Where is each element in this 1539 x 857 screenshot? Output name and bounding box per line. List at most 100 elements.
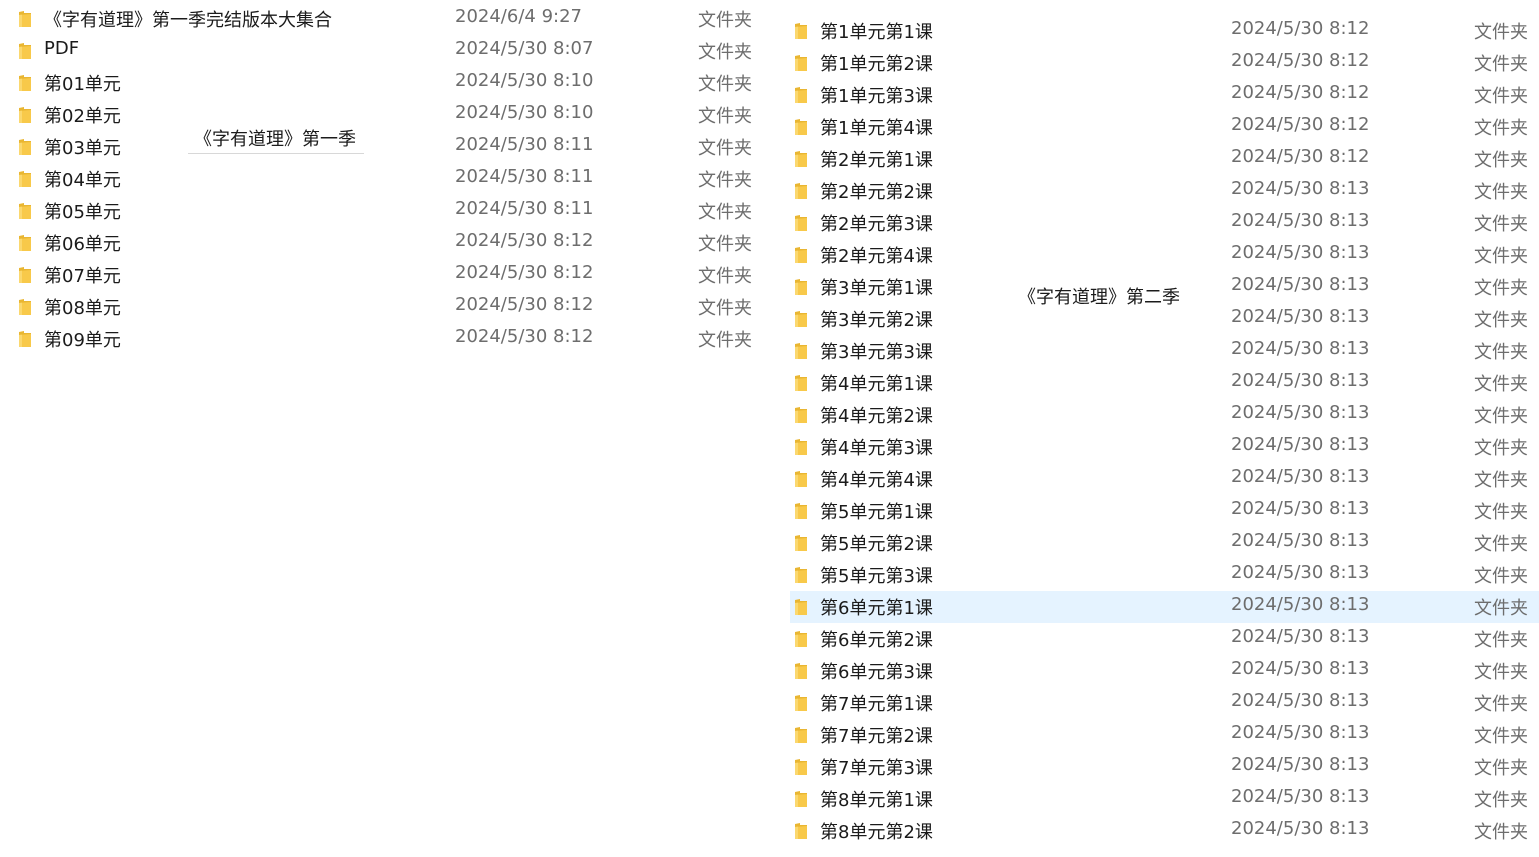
folder-icon bbox=[19, 267, 31, 283]
file-type: 文件夹 bbox=[1474, 342, 1528, 363]
modified-date: 2024/5/30 8:12 bbox=[1231, 146, 1370, 167]
list-item[interactable]: 第06单元 2024/5/30 8:12 文件夹 bbox=[0, 227, 770, 259]
file-name: 第2单元第4课 bbox=[820, 246, 933, 267]
file-type: 文件夹 bbox=[698, 330, 752, 351]
list-item[interactable]: 第01单元 2024/5/30 8:10 文件夹 bbox=[0, 67, 770, 99]
list-item[interactable]: PDF 2024/5/30 8:07 文件夹 bbox=[0, 35, 770, 67]
folder-icon bbox=[795, 759, 807, 775]
list-item[interactable]: 第4单元第4课 2024/5/30 8:13 文件夹 bbox=[790, 463, 1539, 495]
list-item[interactable]: 第6单元第3课 2024/5/30 8:13 文件夹 bbox=[790, 655, 1539, 687]
list-item[interactable]: 第1单元第2课 2024/5/30 8:12 文件夹 bbox=[790, 47, 1539, 79]
list-item[interactable]: 第7单元第3课 2024/5/30 8:13 文件夹 bbox=[790, 751, 1539, 783]
list-item[interactable]: 第3单元第3课 2024/5/30 8:13 文件夹 bbox=[790, 335, 1539, 367]
file-name: 第4单元第3课 bbox=[820, 438, 933, 459]
list-item[interactable]: 第5单元第1课 2024/5/30 8:13 文件夹 bbox=[790, 495, 1539, 527]
list-item[interactable]: 第08单元 2024/5/30 8:12 文件夹 bbox=[0, 291, 770, 323]
list-item[interactable]: 第02单元 2024/5/30 8:10 文件夹 bbox=[0, 99, 770, 131]
file-type: 文件夹 bbox=[1474, 790, 1528, 811]
list-item[interactable]: 第8单元第1课 2024/5/30 8:13 文件夹 bbox=[790, 783, 1539, 815]
season2-caption: 《字有道理》第二季 bbox=[1012, 283, 1188, 311]
file-type: 文件夹 bbox=[698, 10, 752, 31]
modified-date: 2024/5/30 8:13 bbox=[1231, 530, 1370, 551]
list-item[interactable]: 第4单元第1课 2024/5/30 8:13 文件夹 bbox=[790, 367, 1539, 399]
list-item[interactable]: 第6单元第2课 2024/5/30 8:13 文件夹 bbox=[790, 623, 1539, 655]
list-item[interactable]: 第1单元第1课 2024/5/30 8:12 文件夹 bbox=[790, 15, 1539, 47]
list-item[interactable]: 第5单元第2课 2024/5/30 8:13 文件夹 bbox=[790, 527, 1539, 559]
modified-date: 2024/5/30 8:13 bbox=[1231, 722, 1370, 743]
season1-file-list: 《字有道理》第一季完结版本大集合 2024/6/4 9:27 文件夹 PDF 2… bbox=[0, 3, 770, 355]
folder-icon bbox=[19, 107, 31, 123]
file-type: 文件夹 bbox=[1474, 566, 1528, 587]
folder-icon bbox=[795, 503, 807, 519]
file-name: 第6单元第1课 bbox=[820, 598, 933, 619]
modified-date: 2024/5/30 8:13 bbox=[1231, 402, 1370, 423]
folder-icon bbox=[795, 183, 807, 199]
list-item[interactable]: 第03单元 2024/5/30 8:11 文件夹 bbox=[0, 131, 770, 163]
folder-icon bbox=[795, 471, 807, 487]
folder-icon bbox=[795, 791, 807, 807]
modified-date: 2024/5/30 8:13 bbox=[1231, 370, 1370, 391]
file-name: 第1单元第3课 bbox=[820, 86, 933, 107]
file-type: 文件夹 bbox=[698, 74, 752, 95]
file-name: 第06单元 bbox=[44, 234, 121, 255]
folder-icon bbox=[795, 375, 807, 391]
modified-date: 2024/5/30 8:12 bbox=[1231, 82, 1370, 103]
file-type: 文件夹 bbox=[1474, 118, 1528, 139]
list-item[interactable]: 第7单元第2课 2024/5/30 8:13 文件夹 bbox=[790, 719, 1539, 751]
season2-file-list: 第1单元第1课 2024/5/30 8:12 文件夹 第1单元第2课 2024/… bbox=[790, 15, 1539, 847]
file-name: 第7单元第1课 bbox=[820, 694, 933, 715]
screenshot-canvas: 《字有道理》第一季完结版本大集合 2024/6/4 9:27 文件夹 PDF 2… bbox=[0, 0, 1539, 857]
modified-date: 2024/5/30 8:13 bbox=[1231, 562, 1370, 583]
modified-date: 2024/5/30 8:13 bbox=[1231, 498, 1370, 519]
file-name: 第04单元 bbox=[44, 170, 121, 191]
list-item[interactable]: 第4单元第3课 2024/5/30 8:13 文件夹 bbox=[790, 431, 1539, 463]
modified-date: 2024/5/30 8:13 bbox=[1231, 434, 1370, 455]
modified-date: 2024/5/30 8:12 bbox=[1231, 50, 1370, 71]
list-item[interactable]: 第2单元第4课 2024/5/30 8:13 文件夹 bbox=[790, 239, 1539, 271]
modified-date: 2024/5/30 8:12 bbox=[1231, 114, 1370, 135]
folder-icon bbox=[795, 407, 807, 423]
folder-icon bbox=[795, 151, 807, 167]
file-name: 第3单元第1课 bbox=[820, 278, 933, 299]
modified-date: 2024/5/30 8:13 bbox=[1231, 242, 1370, 263]
modified-date: 2024/5/30 8:11 bbox=[455, 166, 594, 187]
list-item[interactable]: 第1单元第4课 2024/5/30 8:12 文件夹 bbox=[790, 111, 1539, 143]
file-type: 文件夹 bbox=[1474, 22, 1528, 43]
file-name: 第8单元第1课 bbox=[820, 790, 933, 811]
folder-icon bbox=[795, 215, 807, 231]
file-type: 文件夹 bbox=[698, 298, 752, 319]
folder-icon bbox=[795, 823, 807, 839]
file-name: 第2单元第3课 bbox=[820, 214, 933, 235]
file-name: 第1单元第1课 bbox=[820, 22, 933, 43]
file-name: 第03单元 bbox=[44, 138, 121, 159]
folder-icon bbox=[795, 55, 807, 71]
list-item[interactable]: 第09单元 2024/5/30 8:12 文件夹 bbox=[0, 323, 770, 355]
list-item[interactable]: 第07单元 2024/5/30 8:12 文件夹 bbox=[0, 259, 770, 291]
modified-date: 2024/5/30 8:13 bbox=[1231, 466, 1370, 487]
modified-date: 2024/5/30 8:11 bbox=[455, 198, 594, 219]
list-item[interactable]: 第1单元第3课 2024/5/30 8:12 文件夹 bbox=[790, 79, 1539, 111]
list-item[interactable]: 第04单元 2024/5/30 8:11 文件夹 bbox=[0, 163, 770, 195]
modified-date: 2024/5/30 8:13 bbox=[1231, 178, 1370, 199]
modified-date: 2024/5/30 8:10 bbox=[455, 102, 594, 123]
list-item[interactable]: 第2单元第2课 2024/5/30 8:13 文件夹 bbox=[790, 175, 1539, 207]
file-name: 第2单元第2课 bbox=[820, 182, 933, 203]
list-item[interactable]: 第2单元第3课 2024/5/30 8:13 文件夹 bbox=[790, 207, 1539, 239]
modified-date: 2024/5/30 8:10 bbox=[455, 70, 594, 91]
folder-icon bbox=[795, 663, 807, 679]
file-name: 第7单元第3课 bbox=[820, 758, 933, 779]
folder-icon bbox=[19, 43, 31, 59]
file-type: 文件夹 bbox=[698, 138, 752, 159]
list-item[interactable]: 第8单元第2课 2024/5/30 8:13 文件夹 bbox=[790, 815, 1539, 847]
file-type: 文件夹 bbox=[1474, 822, 1528, 843]
list-item[interactable]: 第5单元第3课 2024/5/30 8:13 文件夹 bbox=[790, 559, 1539, 591]
folder-icon bbox=[795, 727, 807, 743]
folder-icon bbox=[19, 331, 31, 347]
file-name: 第1单元第2课 bbox=[820, 54, 933, 75]
list-item-selected[interactable]: 第6单元第1课 2024/5/30 8:13 文件夹 bbox=[790, 591, 1539, 623]
list-item[interactable]: 第2单元第1课 2024/5/30 8:12 文件夹 bbox=[790, 143, 1539, 175]
list-item[interactable]: 第7单元第1课 2024/5/30 8:13 文件夹 bbox=[790, 687, 1539, 719]
list-item[interactable]: 第05单元 2024/5/30 8:11 文件夹 bbox=[0, 195, 770, 227]
list-item[interactable]: 《字有道理》第一季完结版本大集合 2024/6/4 9:27 文件夹 bbox=[0, 3, 770, 35]
list-item[interactable]: 第4单元第2课 2024/5/30 8:13 文件夹 bbox=[790, 399, 1539, 431]
